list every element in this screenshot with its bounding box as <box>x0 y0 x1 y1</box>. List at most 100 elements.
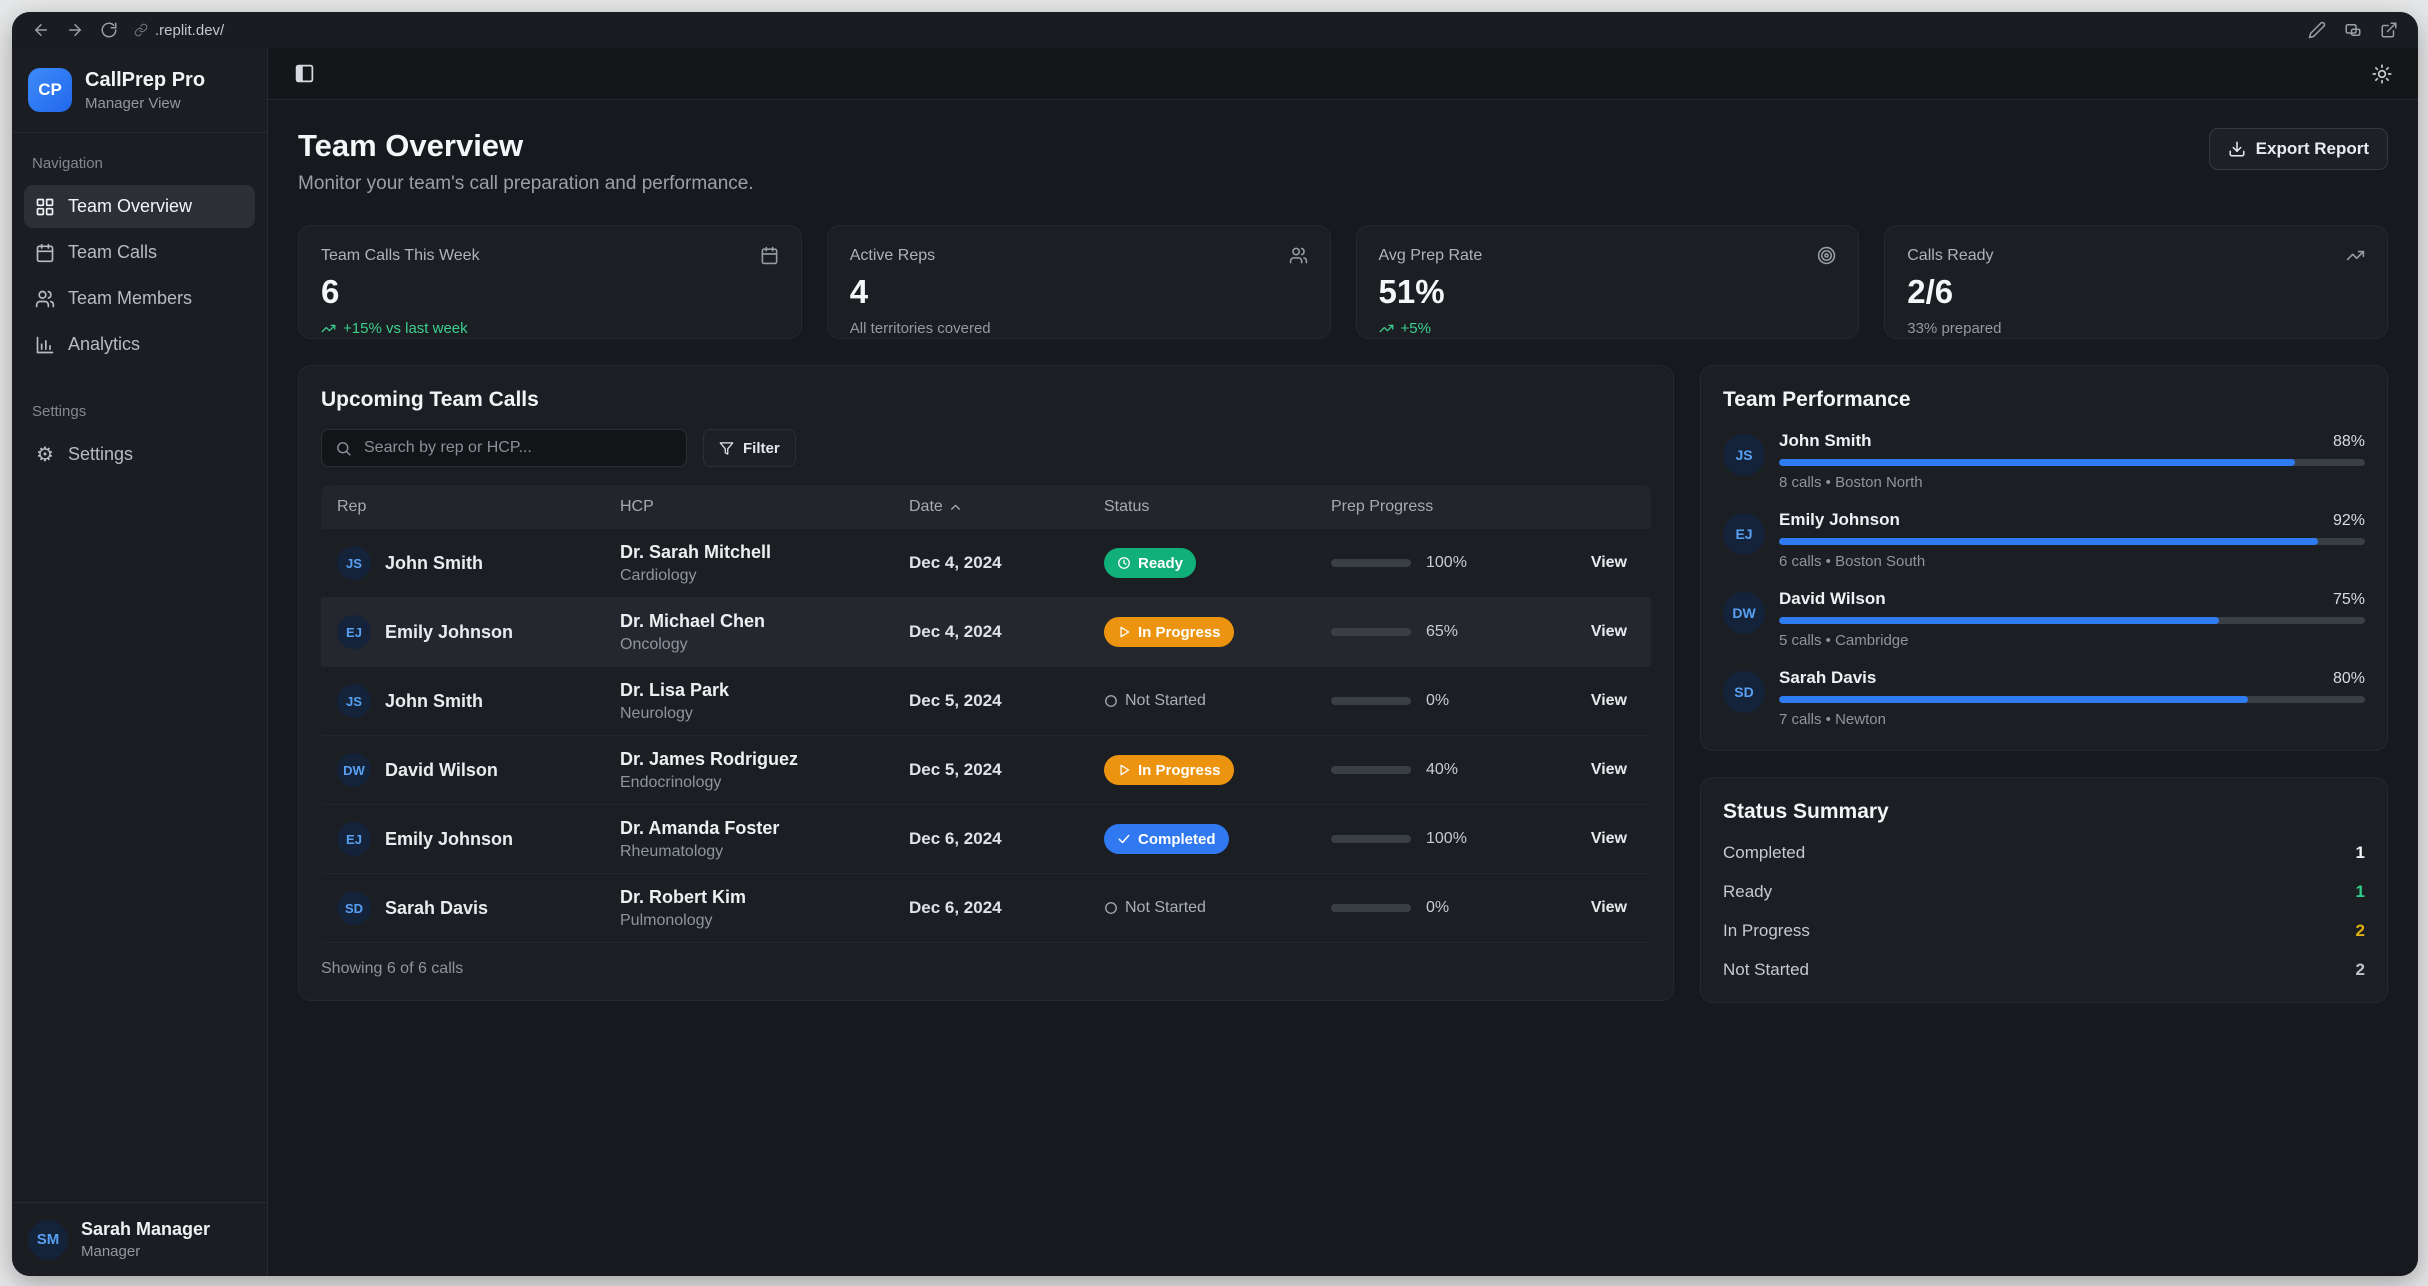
progress-cell: 0% <box>1331 899 1581 917</box>
call-date: Dec 5, 2024 <box>909 760 1104 780</box>
performance-list: JS John Smith 88% 8 calls • Boston North <box>1723 431 2365 728</box>
member-progress-bar <box>1779 538 2318 545</box>
table-row[interactable]: DW David Wilson Dr. James Rodriguez Endo… <box>321 736 1651 805</box>
table-row[interactable]: JS John Smith Dr. Sarah Mitchell Cardiol… <box>321 529 1651 598</box>
member-name: Sarah Davis <box>1779 668 1876 688</box>
call-date: Dec 4, 2024 <box>909 622 1104 642</box>
member-avatar: JS <box>1723 434 1765 476</box>
upcoming-calls-title: Upcoming Team Calls <box>321 388 1651 412</box>
stat-label: Team Calls This Week <box>321 247 480 265</box>
user-block[interactable]: SM Sarah Manager Manager <box>12 1202 267 1276</box>
sidebar-item-team-members[interactable]: Team Members <box>24 277 255 320</box>
open-external-icon[interactable] <box>2380 21 2398 39</box>
view-button[interactable]: View <box>1583 617 1635 646</box>
sidebar-item-label: Team Overview <box>68 196 192 217</box>
progress-percent: 0% <box>1426 899 1449 917</box>
view-button[interactable]: View <box>1583 755 1635 784</box>
status-cell: In Progress <box>1104 617 1331 647</box>
back-icon[interactable] <box>32 21 50 39</box>
calls-table: Rep HCP Date Status Prep Progress <box>321 485 1651 943</box>
hcp-cell: Dr. Sarah Mitchell Cardiology <box>620 542 909 585</box>
sidebar-item-label: Analytics <box>68 334 140 355</box>
grid-icon <box>35 197 55 217</box>
filter-icon <box>719 441 734 456</box>
address-bar[interactable]: .replit.dev/ <box>134 22 224 39</box>
download-icon <box>2228 140 2246 158</box>
filter-label: Filter <box>743 440 780 457</box>
rep-avatar: JS <box>337 546 371 580</box>
status-count: 2 <box>2356 960 2365 980</box>
table-body: JS John Smith Dr. Sarah Mitchell Cardiol… <box>321 529 1651 943</box>
col-date-sort[interactable]: Date <box>909 498 1104 516</box>
rep-avatar: EJ <box>337 615 371 649</box>
member-detail: 6 calls • Boston South <box>1779 553 2365 570</box>
member-avatar: EJ <box>1723 513 1765 555</box>
member-name: Emily Johnson <box>1779 510 1900 530</box>
col-status: Status <box>1104 498 1331 516</box>
sidebar-item-analytics[interactable]: Analytics <box>24 323 255 366</box>
rep-avatar: SD <box>337 891 371 925</box>
status-count: 1 <box>2356 843 2365 863</box>
status-badge: In Progress <box>1104 617 1234 647</box>
status-summary-card: Status Summary Completed 1 Ready 1 <box>1700 777 2388 1003</box>
sidebar-item-team-calls[interactable]: Team Calls <box>24 231 255 274</box>
stat-value: 2/6 <box>1907 273 2365 311</box>
filter-button[interactable]: Filter <box>703 429 796 467</box>
col-rep: Rep <box>337 498 620 516</box>
member-detail: 8 calls • Boston North <box>1779 474 2365 491</box>
calendar-icon <box>760 246 779 265</box>
sidebar-item-team-overview[interactable]: Team Overview <box>24 185 255 228</box>
hcp-specialty: Neurology <box>620 705 909 723</box>
stat-label: Active Reps <box>850 247 935 265</box>
member-percent: 88% <box>2333 433 2365 451</box>
stat-value: 6 <box>321 273 779 311</box>
trending-up-icon <box>321 321 336 336</box>
rep-name: Sarah Davis <box>385 898 488 919</box>
view-button[interactable]: View <box>1583 824 1635 853</box>
table-row[interactable]: EJ Emily Johnson Dr. Amanda Foster Rheum… <box>321 805 1651 874</box>
progress-percent: 100% <box>1426 554 1467 572</box>
hcp-cell: Dr. Robert Kim Pulmonology <box>620 887 909 930</box>
rep-cell: JS John Smith <box>337 546 620 580</box>
calendar-icon <box>35 243 55 263</box>
rep-name: Emily Johnson <box>385 829 513 850</box>
progress-track <box>1331 628 1411 636</box>
search-icon <box>335 440 352 457</box>
sidebar-header: CP CallPrep Pro Manager View <box>12 48 267 133</box>
call-date: Dec 5, 2024 <box>909 691 1104 711</box>
hcp-specialty: Pulmonology <box>620 912 909 930</box>
devtools-icon[interactable] <box>2344 21 2362 39</box>
theme-toggle-sun-icon[interactable] <box>2372 64 2392 84</box>
forward-icon[interactable] <box>66 21 84 39</box>
status-summary-list: Completed 1 Ready 1 In Progress 2 <box>1723 843 2365 980</box>
view-button[interactable]: View <box>1583 686 1635 715</box>
check-icon <box>1117 832 1131 846</box>
chevron-up-icon <box>949 501 962 514</box>
table-row[interactable]: SD Sarah Davis Dr. Robert Kim Pulmonolog… <box>321 874 1651 943</box>
status-cell: In Progress <box>1104 755 1331 785</box>
view-button[interactable]: View <box>1583 893 1635 922</box>
sidebar-toggle-icon[interactable] <box>294 63 315 84</box>
export-report-button[interactable]: Export Report <box>2209 128 2388 170</box>
table-row[interactable]: EJ Emily Johnson Dr. Michael Chen Oncolo… <box>321 598 1651 667</box>
stat-cards: Team Calls This Week 6 +15% vs last week… <box>298 225 2388 339</box>
edit-icon[interactable] <box>2308 21 2326 39</box>
sidebar-item-settings[interactable]: ⚙ Settings <box>24 433 255 476</box>
status-label: Completed <box>1723 843 1805 863</box>
target-icon <box>1817 246 1836 265</box>
reload-icon[interactable] <box>100 21 118 39</box>
search-input[interactable] <box>362 438 673 458</box>
status-text: Not Started <box>1125 899 1206 917</box>
app-logo: CP <box>28 68 72 112</box>
progress-cell: 65% <box>1331 623 1581 641</box>
table-row[interactable]: JS John Smith Dr. Lisa Park Neurology De… <box>321 667 1651 736</box>
hcp-cell: Dr. Michael Chen Oncology <box>620 611 909 654</box>
progress-cell: 100% <box>1331 554 1581 572</box>
status-cell: Completed <box>1104 824 1331 854</box>
status-summary-row: Not Started 2 <box>1723 960 2365 980</box>
stat-value: 51% <box>1379 273 1837 311</box>
status-summary-row: Ready 1 <box>1723 882 2365 902</box>
status-count: 2 <box>2356 921 2365 941</box>
clock-icon <box>1117 556 1131 570</box>
view-button[interactable]: View <box>1583 548 1635 577</box>
